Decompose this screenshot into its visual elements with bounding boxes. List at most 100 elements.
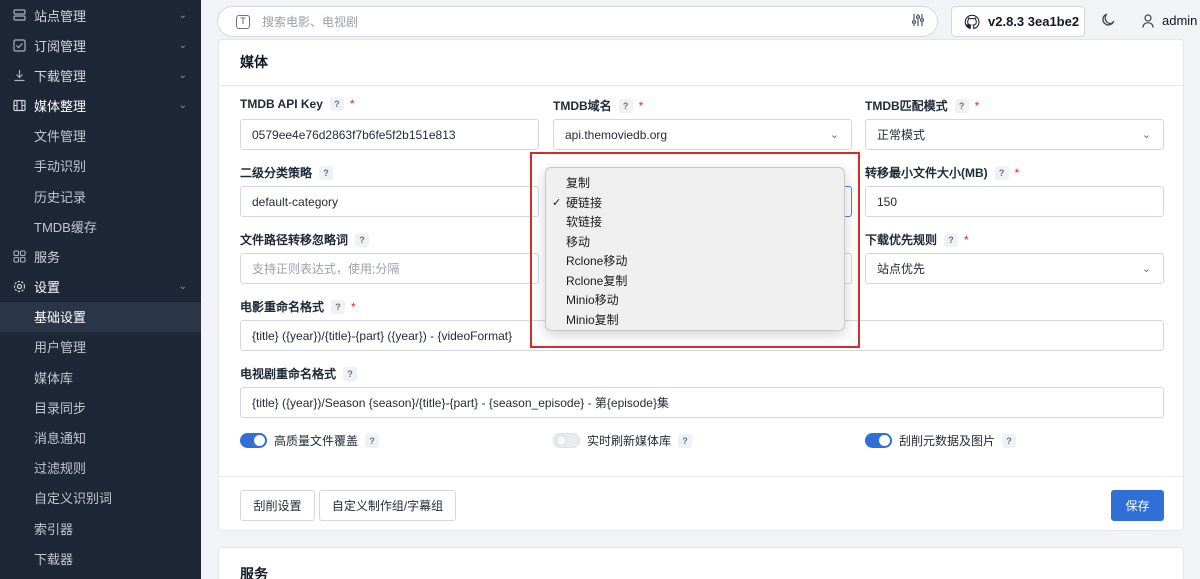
input-placeholder: 支持正则表达式，使用;分隔 xyxy=(252,262,400,276)
help-icon[interactable]: ? xyxy=(954,98,969,113)
label-text: TMDB匹配模式 xyxy=(865,99,948,113)
overwrite-toggle[interactable] xyxy=(240,433,267,448)
nav-media-library[interactable]: 媒体库 xyxy=(0,362,201,392)
server-icon xyxy=(12,8,26,22)
toggle-knob xyxy=(254,435,265,446)
label-text: 二级分类策略 xyxy=(240,166,313,180)
help-icon[interactable]: ? xyxy=(329,97,344,111)
select-value: api.themoviedb.org xyxy=(565,127,668,142)
category-input[interactable]: default-category xyxy=(240,186,539,217)
nav-filter-rules[interactable]: 过滤规则 xyxy=(0,453,201,483)
help-icon[interactable]: ? xyxy=(944,232,959,247)
search-bar[interactable]: T 搜索电影、电视剧 xyxy=(217,6,938,37)
nav-downloaders-label: 下载器 xyxy=(34,551,74,567)
dark-mode-icon[interactable] xyxy=(1101,12,1116,32)
label-text: 转移最小文件大小(MB) xyxy=(865,166,988,180)
release-groups-button[interactable]: 自定义制作组/字幕组 xyxy=(319,490,456,521)
refresh-toggle[interactable] xyxy=(553,433,580,448)
grid-icon xyxy=(12,249,26,263)
nav-custom-words[interactable]: 自定义识别词 xyxy=(0,483,201,513)
tmdb-api-key-input[interactable]: 0579ee4e76d2863f7b6fe5f2b151e813 xyxy=(240,119,539,150)
help-icon[interactable]: ? xyxy=(1002,433,1017,448)
min-size-input[interactable]: 150 xyxy=(865,186,1164,217)
save-button[interactable]: 保存 xyxy=(1111,490,1164,521)
required-mark: * xyxy=(351,299,356,314)
min-size-label: 转移最小文件大小(MB)? * xyxy=(865,164,1019,181)
scrape-toggle[interactable] xyxy=(865,433,892,448)
help-icon[interactable]: ? xyxy=(343,366,358,381)
chevron-down-icon: ⌄ xyxy=(178,39,187,51)
nav-basic-settings[interactable]: 基础设置 xyxy=(0,301,201,332)
tmdb-domain-label: TMDB域名? * xyxy=(553,97,643,114)
top-header: T 搜索电影、电视剧 v2.8.3 3ea1be2 admin xyxy=(201,0,1200,44)
nav-downloads-label: 下载管理 xyxy=(34,68,87,84)
refresh-label: 实时刷新媒体库 xyxy=(587,434,672,448)
nav-user-manage-label: 用户管理 xyxy=(34,340,87,356)
divider xyxy=(219,85,1183,86)
help-icon[interactable]: ? xyxy=(331,299,346,314)
download-priority-select[interactable]: 站点优先 ⌄ xyxy=(865,253,1164,284)
required-mark: * xyxy=(349,97,355,111)
search-input[interactable]: 搜索电影、电视剧 xyxy=(262,13,911,30)
nav-services-label: 服务 xyxy=(34,249,61,265)
nav-indexers[interactable]: 索引器 xyxy=(0,513,201,543)
toggle-knob xyxy=(879,435,890,446)
sidebar: 站点管理 ⌄ 订阅管理 ⌄ 下载管理 ⌄ 媒体整理 ⌄ 文件管理 手动识别 历史… xyxy=(0,0,201,579)
tmdb-domain-select[interactable]: api.themoviedb.org ⌄ xyxy=(553,119,852,150)
nav-subscriptions[interactable]: 订阅管理 ⌄ xyxy=(0,30,201,60)
nav-downloaders[interactable]: 下载器 xyxy=(0,543,201,573)
user-menu[interactable]: admin xyxy=(1142,13,1197,28)
nav-dir-sync[interactable]: 目录同步 xyxy=(0,392,201,422)
nav-history-label: 历史记录 xyxy=(34,189,87,205)
help-icon[interactable]: ? xyxy=(994,165,1009,180)
input-value: {title} ({year})/Season {season}/{title}… xyxy=(252,396,669,410)
label-text: 下载优先规则 xyxy=(865,233,938,247)
nav-manual-identify[interactable]: 手动识别 xyxy=(0,151,201,181)
help-icon[interactable]: ? xyxy=(365,433,380,448)
nav-sites-label: 站点管理 xyxy=(34,8,87,24)
nav-tmdb-cache-label: TMDB缓存 xyxy=(34,219,97,235)
label-text: TMDB域名 xyxy=(553,99,612,113)
help-icon[interactable]: ? xyxy=(355,232,370,247)
service-settings-card: 服务 xyxy=(218,547,1184,579)
select-value: 正常模式 xyxy=(877,128,926,142)
chevron-down-icon: ⌄ xyxy=(178,9,187,21)
refresh-switch-row[interactable]: 实时刷新媒体库? xyxy=(553,432,693,449)
nav-notifications[interactable]: 消息通知 xyxy=(0,422,201,452)
gear-icon xyxy=(12,280,26,294)
ignore-words-input[interactable]: 支持正则表达式，使用;分隔 xyxy=(240,253,539,284)
required-mark: * xyxy=(964,232,969,247)
help-icon[interactable]: ? xyxy=(678,433,693,448)
chevron-down-icon: ⌄ xyxy=(829,129,839,141)
nav-settings[interactable]: 设置 ⌄ xyxy=(0,272,201,302)
nav-subscriptions-label: 订阅管理 xyxy=(34,38,87,54)
nav-dir-sync-label: 目录同步 xyxy=(34,400,87,416)
sliders-icon[interactable] xyxy=(911,13,925,30)
help-icon[interactable]: ? xyxy=(319,165,334,180)
overwrite-switch-row[interactable]: 高质量文件覆盖? xyxy=(240,432,380,449)
nav-services[interactable]: 服务 xyxy=(0,241,201,271)
nav-user-manage[interactable]: 用户管理 xyxy=(0,332,201,362)
nav-manual-identify-label: 手动识别 xyxy=(34,159,87,175)
tv-format-input[interactable]: {title} ({year})/Season {season}/{title}… xyxy=(240,387,1164,418)
tmdb-api-key-label: TMDB API Key? * xyxy=(240,97,355,111)
nav-tmdb-cache[interactable]: TMDB缓存 xyxy=(0,211,201,241)
version-button[interactable]: v2.8.3 3ea1be2 xyxy=(951,6,1085,37)
nav-filter-rules-label: 过滤规则 xyxy=(34,461,87,477)
nav-settings-label: 设置 xyxy=(34,280,61,296)
nav-media-organize-label: 媒体整理 xyxy=(34,98,87,114)
nav-indexers-label: 索引器 xyxy=(34,521,74,537)
tmdb-match-select[interactable]: 正常模式 ⌄ xyxy=(865,119,1164,150)
scrape-switch-row[interactable]: 刮削元数据及图片? xyxy=(865,432,1017,449)
username: admin xyxy=(1162,13,1198,28)
nav-downloads[interactable]: 下载管理 ⌄ xyxy=(0,60,201,90)
tmdb-match-label: TMDB匹配模式? * xyxy=(865,97,979,114)
nav-file-manager[interactable]: 文件管理 xyxy=(0,121,201,151)
nav-media-organize[interactable]: 媒体整理 ⌄ xyxy=(0,90,201,120)
scrape-settings-button[interactable]: 刮削设置 xyxy=(240,490,315,521)
nav-history[interactable]: 历史记录 xyxy=(0,181,201,211)
github-icon xyxy=(964,14,980,29)
help-icon[interactable]: ? xyxy=(618,98,633,113)
nav-sites[interactable]: 站点管理 ⌄ xyxy=(0,0,201,30)
input-value: default-category xyxy=(252,194,339,209)
